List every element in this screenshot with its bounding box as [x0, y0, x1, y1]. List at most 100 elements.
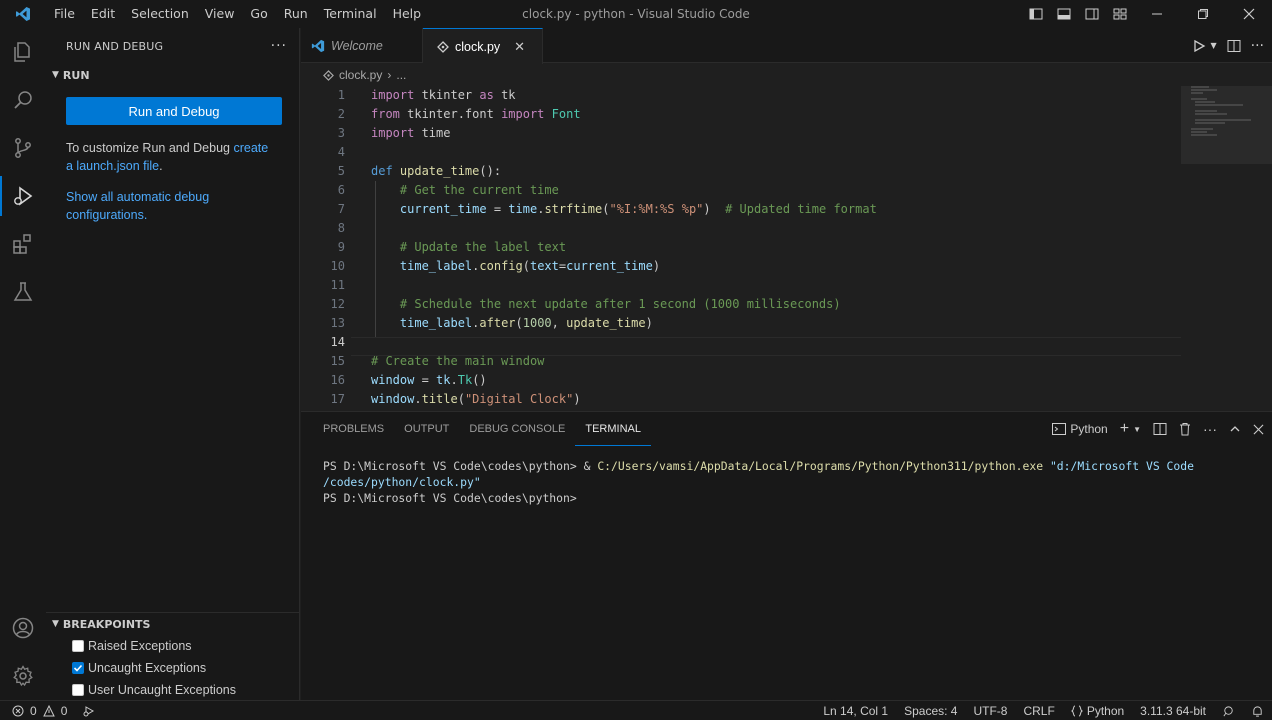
terminal-dropdown-chevron-icon[interactable]: ▼	[1133, 425, 1141, 434]
terminal-prompt: PS D:\Microsoft VS Code\codes\python>	[323, 459, 584, 473]
breakpoint-raised-exceptions[interactable]: Raised Exceptions	[46, 635, 300, 657]
line-number: 12	[330, 297, 345, 311]
breadcrumb-symbol[interactable]: ...	[396, 68, 406, 82]
source-control-icon[interactable]	[0, 124, 46, 172]
code-editor[interactable]: 1 import tkinter as tk 2 from tkinter.font …	[301, 86, 1272, 410]
line-number: 15	[330, 354, 345, 368]
customize-layout-icon[interactable]	[1106, 0, 1134, 28]
menu-view[interactable]: View	[197, 0, 243, 28]
tab-welcome[interactable]: Welcome	[301, 28, 423, 63]
more-actions-icon[interactable]: ···	[271, 38, 287, 54]
python-interpreter[interactable]: 3.11.3 64-bit	[1132, 701, 1214, 720]
split-editor-icon[interactable]	[1227, 39, 1241, 53]
code-token: ,	[551, 316, 567, 330]
testing-flask-icon[interactable]	[0, 268, 46, 316]
breakpoints-header[interactable]: ▼ BREAKPOINTS	[46, 613, 300, 635]
code-line: 7 current_time = time.strftime("%I:%M:%S…	[301, 200, 1181, 219]
breadcrumb-file[interactable]: clock.py	[339, 68, 382, 82]
line-code: time_label.after(1000, update_time)	[371, 314, 653, 333]
code-token: # Create the main window	[371, 354, 545, 368]
line-code: # Get the current time	[371, 181, 559, 200]
raised-exceptions-checkbox[interactable]	[72, 640, 84, 652]
code-token: =	[414, 373, 437, 387]
toggle-panel-icon[interactable]	[1050, 0, 1078, 28]
error-count: 0	[30, 703, 37, 718]
search-icon[interactable]	[0, 76, 46, 124]
terminal-selector[interactable]: Python	[1052, 422, 1108, 436]
line-code: from tkinter.font import Font	[371, 105, 581, 124]
terminal-amp: &	[583, 459, 598, 473]
menu-selection[interactable]: Selection	[123, 0, 197, 28]
run-and-debug-icon[interactable]	[0, 172, 46, 220]
code-token: )	[652, 259, 661, 273]
extensions-icon[interactable]	[0, 220, 46, 268]
indentation[interactable]: Spaces: 4	[896, 701, 965, 720]
cursor-position[interactable]: Ln 14, Col 1	[815, 701, 896, 720]
panel-more-icon[interactable]: ···	[1203, 421, 1217, 437]
breakpoint-uncaught-exceptions[interactable]: Uncaught Exceptions	[46, 657, 300, 679]
run-dropdown-chevron-icon[interactable]: ▼	[1210, 41, 1216, 50]
code-line: 10 time_label.config(text=current_time)	[301, 257, 1181, 276]
create-link-text: create	[233, 141, 269, 155]
code-line: 5 def update_time():	[301, 162, 1181, 181]
kill-terminal-trash-icon[interactable]	[1179, 422, 1191, 436]
notifications-bell-icon[interactable]	[1243, 705, 1272, 718]
run-python-file-icon[interactable]	[1192, 39, 1206, 53]
vscode-tab-icon	[311, 39, 325, 53]
maximize-panel-chevron-up-icon[interactable]	[1229, 423, 1241, 435]
close-window-icon[interactable]	[1226, 0, 1272, 28]
language-mode[interactable]: Python	[1063, 701, 1132, 720]
tab-problems[interactable]: PROBLEMS	[313, 412, 394, 446]
end-of-line[interactable]: CRLF	[1015, 701, 1062, 720]
tab-debug-console[interactable]: DEBUG CONSOLE	[459, 412, 575, 446]
run-section-header[interactable]: ▼ RUN	[46, 64, 299, 86]
close-panel-icon[interactable]	[1253, 424, 1264, 435]
menu-file[interactable]: File	[46, 0, 83, 28]
line-code: window.title("Digital Clock")	[371, 390, 581, 409]
menu-terminal[interactable]: Terminal	[316, 0, 385, 28]
new-terminal-plus-icon[interactable]: +	[1120, 420, 1129, 438]
encoding[interactable]: UTF-8	[965, 701, 1015, 720]
menu-edit[interactable]: Edit	[83, 0, 123, 28]
code-line: 15 # Create the main window	[301, 352, 1181, 371]
editor-more-icon[interactable]: ···	[1251, 38, 1264, 54]
terminal-output[interactable]: PS D:\Microsoft VS Code\codes\python> & …	[323, 458, 1263, 506]
close-tab-icon[interactable]: ✕	[514, 39, 525, 55]
split-terminal-icon[interactable]	[1153, 422, 1167, 436]
code-token: 1000	[522, 316, 552, 330]
tab-output[interactable]: OUTPUT	[394, 412, 459, 446]
code-token: .	[450, 373, 458, 387]
breakpoint-user-uncaught-exceptions[interactable]: User Uncaught Exceptions	[46, 679, 300, 701]
minimap[interactable]	[1191, 86, 1261, 146]
panel-actions: Python + ▼ ···	[1052, 412, 1264, 446]
explorer-icon[interactable]	[0, 28, 46, 76]
toggle-secondary-sidebar-icon[interactable]	[1078, 0, 1106, 28]
code-token: "Digital Clock"	[464, 392, 574, 406]
show-automatic-configs-link[interactable]: Show all automatic debug configurations.	[66, 188, 236, 224]
code-token: window	[371, 373, 415, 387]
title-bar: File Edit Selection View Go Run Terminal…	[0, 0, 1272, 28]
code-token: import	[371, 126, 415, 140]
feedback-icon[interactable]	[1214, 705, 1243, 718]
tab-terminal[interactable]: TERMINAL	[575, 412, 651, 446]
code-line: 17 window.title("Digital Clock")	[301, 390, 1181, 409]
restore-icon[interactable]	[1180, 0, 1226, 28]
code-token: import	[371, 88, 415, 102]
line-number: 5	[337, 164, 345, 178]
minimize-icon[interactable]	[1134, 0, 1180, 28]
user-uncaught-exceptions-checkbox[interactable]	[72, 684, 84, 696]
sidebar-title: RUN AND DEBUG	[66, 39, 164, 53]
settings-gear-icon[interactable]	[0, 652, 46, 700]
run-and-debug-button[interactable]: Run and Debug	[66, 97, 282, 125]
accounts-icon[interactable]	[0, 604, 46, 652]
uncaught-exceptions-checkbox[interactable]	[72, 662, 84, 674]
tab-clock-py[interactable]: clock.py ✕	[423, 28, 543, 64]
menu-go[interactable]: Go	[242, 0, 275, 28]
menu-run[interactable]: Run	[276, 0, 316, 28]
menu-help[interactable]: Help	[385, 0, 430, 28]
toggle-primary-sidebar-icon[interactable]	[1022, 0, 1050, 28]
code-line: 1 import tkinter as tk	[301, 86, 1181, 105]
problems-status[interactable]: 0 0	[0, 704, 95, 718]
